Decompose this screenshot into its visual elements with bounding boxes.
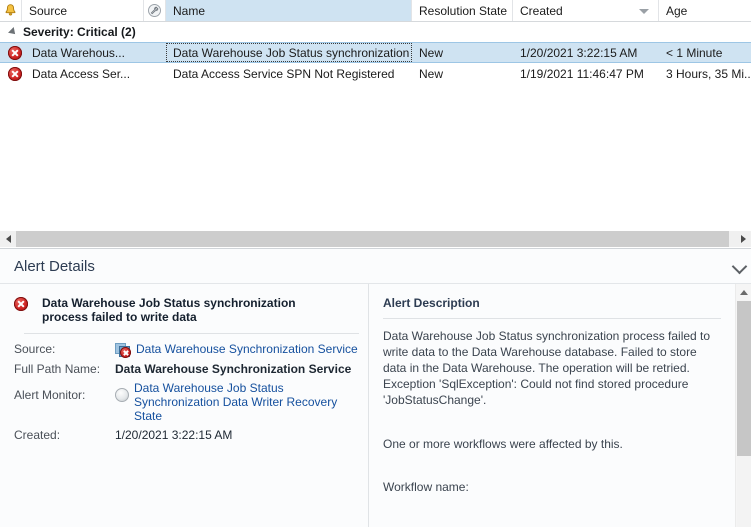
divider [24, 333, 359, 334]
column-header-severity[interactable] [0, 0, 22, 21]
alert-properties-panel: Data Warehouse Job Status synchronizatio… [0, 284, 369, 527]
health-state-circle-icon [115, 388, 129, 402]
sort-descending-icon [639, 8, 649, 14]
field-alert-monitor-label: Alert Monitor: [14, 388, 86, 402]
horizontal-scroll-track[interactable] [16, 231, 735, 247]
divider [383, 318, 721, 319]
row-severity-cell [0, 63, 22, 84]
critical-error-icon [8, 66, 22, 81]
column-header-name-label: Name [173, 3, 206, 18]
source-link[interactable]: Data Warehouse Synchronization Service [136, 342, 358, 357]
alert-description-workflow-name-label: Workflow name: [383, 480, 469, 494]
field-created-label: Created: [14, 428, 61, 442]
alert-details-header[interactable]: Alert Details [0, 249, 751, 284]
alert-console-window: Source Name Resolution State Created Age… [0, 0, 751, 527]
field-created-value: 1/20/2021 3:22:15 AM [115, 428, 233, 442]
table-row[interactable]: Data Warehous... Data Warehouse Job Stat… [0, 42, 751, 63]
column-header-maintenance-mode[interactable] [144, 0, 166, 21]
vertical-scroll-thumb[interactable] [737, 301, 751, 456]
chevron-up-icon [739, 289, 748, 295]
grid-horizontal-scrollbar[interactable] [0, 231, 751, 247]
expand-collapse-triangle-icon[interactable] [8, 26, 18, 37]
row-maintenance-cell [144, 43, 166, 62]
field-created: Created: 1/20/2021 3:22:15 AM [14, 428, 358, 443]
alert-monitor-link[interactable]: Data Warehouse Job Status Synchronizatio… [134, 381, 349, 423]
column-header-resolution-state[interactable]: Resolution State [412, 0, 513, 21]
critical-error-icon [14, 297, 28, 311]
details-vertical-scrollbar[interactable] [735, 284, 751, 527]
row-age-cell: 3 Hours, 35 Mi... [666, 66, 751, 81]
row-maintenance-cell [144, 63, 166, 84]
column-header-source[interactable]: Source [22, 0, 144, 21]
alert-headline-text: Data Warehouse Job Status synchronizatio… [42, 296, 296, 324]
alert-headline: Data Warehouse Job Status synchronizatio… [14, 296, 358, 324]
field-alert-monitor-value: Data Warehouse Job Status Synchronizatio… [115, 381, 349, 423]
row-source-cell: Data Warehous... [32, 45, 125, 60]
alert-details-pane: Alert Details Data Warehouse Job Status … [0, 248, 751, 527]
alert-description-title: Alert Description [383, 296, 480, 310]
column-header-age[interactable]: Age [659, 0, 751, 21]
chevron-down-icon[interactable] [731, 258, 748, 275]
field-full-path-name: Full Path Name: Data Warehouse Synchroni… [14, 362, 358, 377]
column-header-age-label: Age [666, 3, 688, 18]
column-header-created[interactable]: Created [513, 0, 659, 21]
column-header-created-label: Created [520, 3, 563, 18]
group-header-label: Severity: Critical (2) [23, 24, 136, 39]
critical-error-icon [8, 45, 22, 60]
row-name-cell: Data Access Service SPN Not Registered [173, 66, 395, 81]
field-alert-monitor: Alert Monitor: Data Warehouse Job Status… [14, 381, 358, 423]
row-age-cell: < 1 Minute [666, 45, 723, 60]
row-source-cell: Data Access Ser... [32, 66, 131, 81]
field-full-path-name-label: Full Path Name: [14, 362, 101, 376]
alerts-grid-pane: Source Name Resolution State Created Age… [0, 0, 751, 230]
scroll-up-button[interactable] [736, 284, 751, 300]
vertical-scroll-track[interactable] [737, 456, 751, 527]
row-resolution-state-cell: New [419, 66, 444, 81]
chevron-left-icon [5, 235, 11, 243]
alert-description-workflows-note: One or more workflows were affected by t… [383, 437, 623, 451]
scroll-left-button[interactable] [0, 231, 16, 247]
row-name-cell: Data Warehouse Job Status synchronizatio… [166, 43, 412, 62]
alert-details-body: Data Warehouse Job Status synchronizatio… [0, 284, 751, 527]
managed-computer-error-icon [115, 343, 131, 358]
scroll-right-button[interactable] [735, 231, 751, 247]
horizontal-scroll-thumb[interactable] [16, 231, 729, 247]
field-source-value: Data Warehouse Synchronization Service [115, 342, 358, 358]
alert-details-title: Alert Details [14, 257, 95, 275]
column-header-resolution-state-label: Resolution State [419, 3, 508, 18]
column-header-source-label: Source [29, 3, 68, 18]
table-row[interactable]: Data Access Ser... Data Access Service S… [0, 63, 751, 84]
field-source: Source: Data Warehouse Synchronization S… [14, 342, 358, 358]
row-severity-cell [0, 43, 22, 62]
column-header-row: Source Name Resolution State Created Age [0, 0, 751, 22]
field-full-path-name-value: Data Warehouse Synchronization Service [115, 362, 352, 376]
field-source-label: Source: [14, 342, 56, 356]
row-created-cell: 1/20/2021 3:22:15 AM [520, 45, 638, 60]
column-header-name[interactable]: Name [166, 0, 412, 21]
chevron-right-icon [740, 235, 746, 243]
alert-description-panel: Alert Description Data Warehouse Job Sta… [369, 284, 751, 527]
row-resolution-state-cell: New [419, 45, 444, 60]
row-created-cell: 1/19/2021 11:46:47 PM [520, 66, 644, 81]
group-header-severity-critical[interactable]: Severity: Critical (2) [0, 22, 751, 42]
wrench-icon [147, 3, 162, 18]
alert-description-body: Data Warehouse Job Status synchronizatio… [383, 329, 711, 407]
bell-icon [3, 3, 18, 18]
